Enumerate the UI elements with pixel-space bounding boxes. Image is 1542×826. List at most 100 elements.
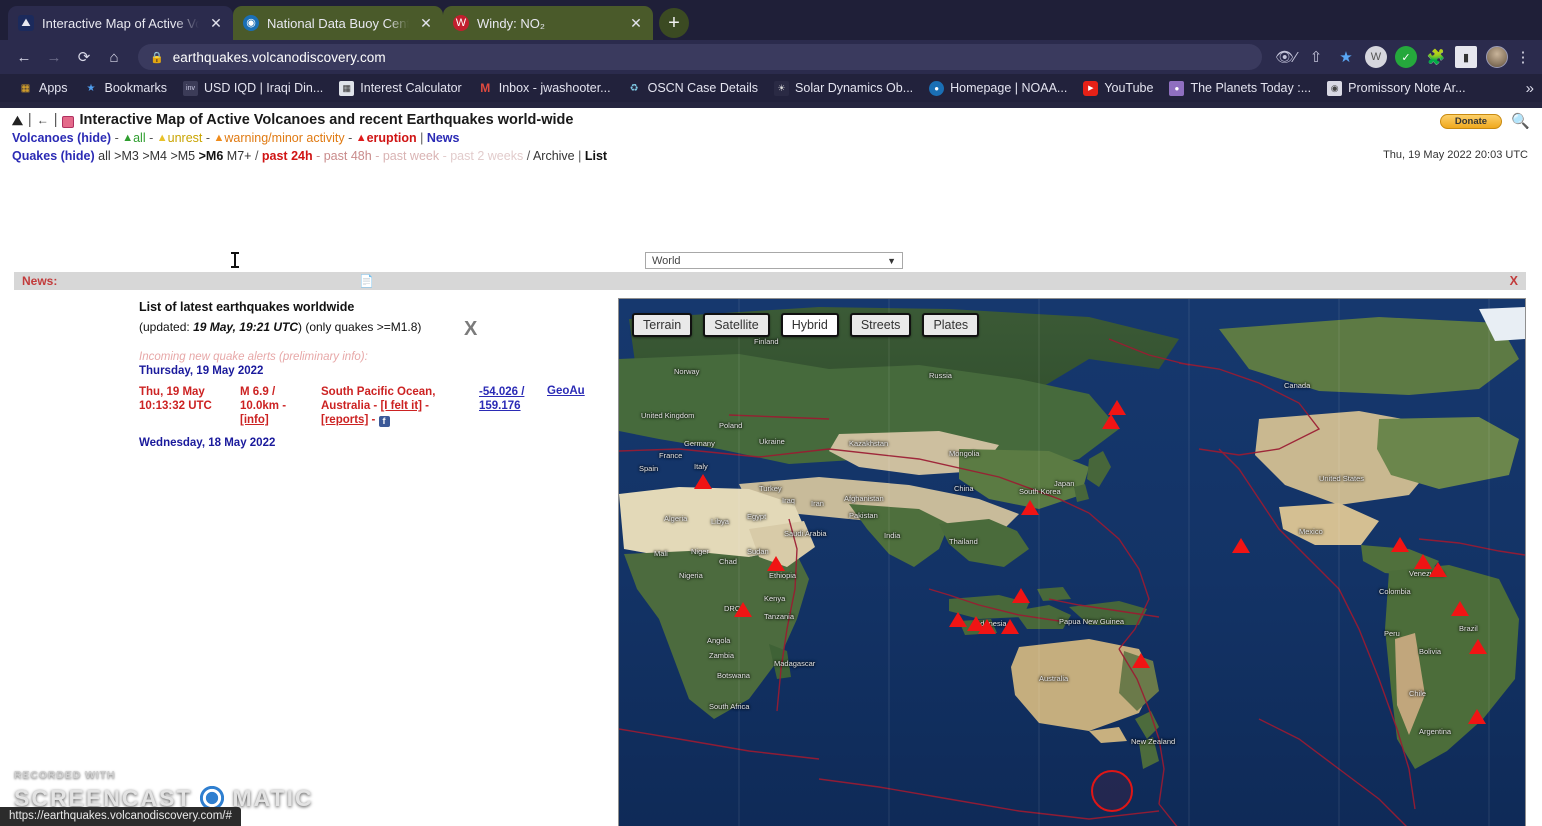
quake-filter-m3[interactable]: >M3	[114, 149, 139, 163]
sidepanel-icon[interactable]: ▮	[1455, 46, 1477, 68]
quake-list-title: List of latest earthquakes worldwide	[139, 300, 355, 314]
extension-w-icon[interactable]: W	[1365, 46, 1387, 68]
tab-close-icon[interactable]: ✕	[417, 14, 435, 32]
bookmark-planets-today[interactable]: ● The Planets Today :...	[1161, 77, 1319, 99]
home-icon[interactable]: ⌂	[100, 43, 128, 71]
quake-period-past-24h[interactable]: past 24h	[262, 149, 313, 163]
tab-interactive-map[interactable]: ⛰ Interactive Map of Active Volcanoes an…	[8, 6, 233, 40]
quake-archive-link[interactable]: Archive	[533, 149, 575, 163]
profile-avatar[interactable]	[1486, 46, 1508, 68]
map-layer-terrain[interactable]: Terrain	[632, 313, 693, 337]
quake-list-close-icon[interactable]: X	[464, 318, 477, 341]
map-container[interactable]: Terrain Satellite Hybrid Streets Plates …	[618, 298, 1526, 826]
bookmark-label: Inbox - jwashooter...	[498, 81, 611, 95]
volcano-filter-eruption[interactable]: eruption	[367, 131, 417, 145]
quake-source-link[interactable]: GeoAu	[539, 385, 599, 427]
quake-felt-link[interactable]: [I felt it]	[380, 400, 422, 412]
toolbar-right-icons: 👁⁄ ⇧ ★ W ✓ 🧩 ▮ ⋮	[1272, 43, 1532, 71]
bookmark-inbox[interactable]: M Inbox - jwashooter...	[470, 77, 619, 99]
quake-period-past-48h[interactable]: past 48h	[324, 149, 372, 163]
star-icon: ★	[86, 82, 96, 94]
bookmark-oscn[interactable]: ♻ OSCN Case Details	[619, 77, 766, 99]
bookmark-apps[interactable]: ▦ Apps	[10, 77, 76, 99]
bookmark-label: The Planets Today :...	[1190, 81, 1312, 95]
oscn-icon: ♻	[629, 82, 639, 94]
donate-button[interactable]: Donate	[1440, 114, 1502, 129]
quake-reports-link[interactable]: [reports]	[321, 414, 368, 426]
layers-icon[interactable]	[62, 115, 75, 128]
quake-filter-m4[interactable]: >M4	[142, 149, 167, 163]
tab-windy-no2[interactable]: W Windy: NO₂ ✕	[443, 6, 653, 40]
quake-period-past-2-weeks[interactable]: past 2 weeks	[450, 149, 523, 163]
eye-slash-icon[interactable]: 👁⁄	[1272, 43, 1300, 71]
bookmark-label: USD IQD | Iraqi Din...	[204, 81, 324, 95]
bookmark-star-icon[interactable]: ★	[1332, 43, 1360, 71]
news-close-icon[interactable]: X	[1510, 274, 1518, 288]
chrome-menu-icon[interactable]: ⋮	[1514, 48, 1532, 66]
reload-icon[interactable]: ⟳	[70, 43, 98, 71]
news-link[interactable]: News	[427, 131, 460, 145]
quake-filter-all[interactable]: all	[98, 149, 111, 163]
page-title: Interactive Map of Active Volcanoes and …	[79, 112, 574, 128]
tab-national-data-buoy-center[interactable]: ◉ National Data Buoy Center ✕	[233, 6, 443, 40]
bookmarks-overflow-icon[interactable]: »	[1526, 80, 1534, 97]
extension-check-icon[interactable]: ✓	[1395, 46, 1417, 68]
quake-time: Thu, 19 May 10:13:32 UTC	[139, 386, 212, 412]
divider: |	[53, 112, 58, 128]
forward-icon[interactable]: →	[40, 43, 68, 71]
address-bar[interactable]: 🔒 earthquakes.volcanodiscovery.com	[138, 44, 1262, 70]
tab-close-icon[interactable]: ✕	[627, 14, 645, 32]
bookmark-usd-iqd[interactable]: inv USD IQD | Iraqi Din...	[175, 77, 331, 99]
bookmark-youtube[interactable]: ▶ YouTube	[1075, 77, 1161, 99]
news-label: News:	[22, 274, 58, 288]
map-layer-satellite[interactable]: Satellite	[703, 313, 770, 337]
map-layer-plates[interactable]: Plates	[922, 313, 980, 337]
bookmark-label: Bookmarks	[104, 81, 168, 95]
volcano-filter-unrest[interactable]: unrest	[168, 131, 203, 145]
bookmark-solar-dynamics[interactable]: ☀ Solar Dynamics Ob...	[766, 77, 921, 99]
facebook-icon[interactable]: f	[378, 416, 390, 427]
inv-icon: inv	[183, 80, 199, 96]
triangle-yellow-icon: ▲	[156, 132, 168, 144]
gmail-icon: M	[480, 81, 491, 95]
document-icon[interactable]: 📄	[359, 274, 374, 288]
back-arrow-icon[interactable]: ←	[37, 112, 49, 129]
region-select[interactable]: World ▼	[645, 252, 903, 269]
bookmarks-bar: ▦ Apps ★ Bookmarks inv USD IQD | Iraqi D…	[0, 74, 1542, 102]
map-layer-buttons: Terrain Satellite Hybrid Streets Plates	[632, 313, 980, 337]
quake-filter-m5[interactable]: >M5	[170, 149, 195, 163]
share-icon[interactable]: ⇧	[1302, 43, 1330, 71]
bookmark-label: Interest Calculator	[360, 81, 462, 95]
bookmark-label: YouTube	[1104, 81, 1154, 95]
map-layer-hybrid[interactable]: Hybrid	[780, 313, 839, 337]
zoom-search-icon[interactable]: 🔍	[1511, 112, 1530, 130]
table-row[interactable]: Thu, 19 May 10:13:32 UTC M 6.9 / 10.0km …	[139, 385, 609, 427]
subtitle-time: 19 May, 19:21 UTC	[193, 320, 298, 334]
south-pacific-quake[interactable]	[1091, 770, 1133, 812]
quake-list-subtitle: (updated: 19 May, 19:21 UTC) (only quake…	[139, 320, 609, 334]
volcano-icon: ⛰	[18, 15, 34, 31]
quake-period-past-week[interactable]: past week	[383, 149, 439, 163]
chevron-down-icon: ▼	[887, 255, 896, 266]
bookmark-bookmarks[interactable]: ★ Bookmarks	[76, 77, 176, 99]
quake-filter-m6[interactable]: >M6	[199, 149, 224, 163]
tab-close-icon[interactable]: ✕	[207, 14, 225, 32]
tab-title: Windy: NO₂	[477, 15, 545, 31]
map-layer-streets[interactable]: Streets	[849, 313, 912, 337]
new-tab-button[interactable]: +	[659, 8, 689, 38]
widget-header: ⛰ | ← | Interactive Map of Active Volcan…	[0, 108, 1542, 166]
volcanoes-hide-link[interactable]: Volcanoes (hide)	[12, 131, 111, 145]
quake-info-link[interactable]: [info]	[240, 414, 269, 426]
bookmark-interest-calculator[interactable]: ▦ Interest Calculator	[331, 77, 469, 99]
extensions-puzzle-icon[interactable]: 🧩	[1425, 46, 1447, 68]
bookmark-noaa-homepage[interactable]: ● Homepage | NOAA...	[921, 77, 1075, 99]
quake-coordinates[interactable]: -54.026 / 159.176	[479, 385, 539, 427]
volcano-filter-warning[interactable]: warning/minor activity	[224, 131, 344, 145]
quakes-hide-link[interactable]: Quakes (hide)	[12, 149, 95, 163]
quake-filter-m7[interactable]: M7+	[227, 149, 252, 163]
volcano-filter-all[interactable]: all	[133, 131, 146, 145]
tab-strip: ⛰ Interactive Map of Active Volcanoes an…	[0, 0, 1542, 40]
bookmark-promissory-note[interactable]: ◉ Promissory Note Ar...	[1319, 77, 1473, 99]
back-icon[interactable]: ←	[10, 43, 38, 71]
quake-list-link[interactable]: List	[585, 149, 607, 163]
